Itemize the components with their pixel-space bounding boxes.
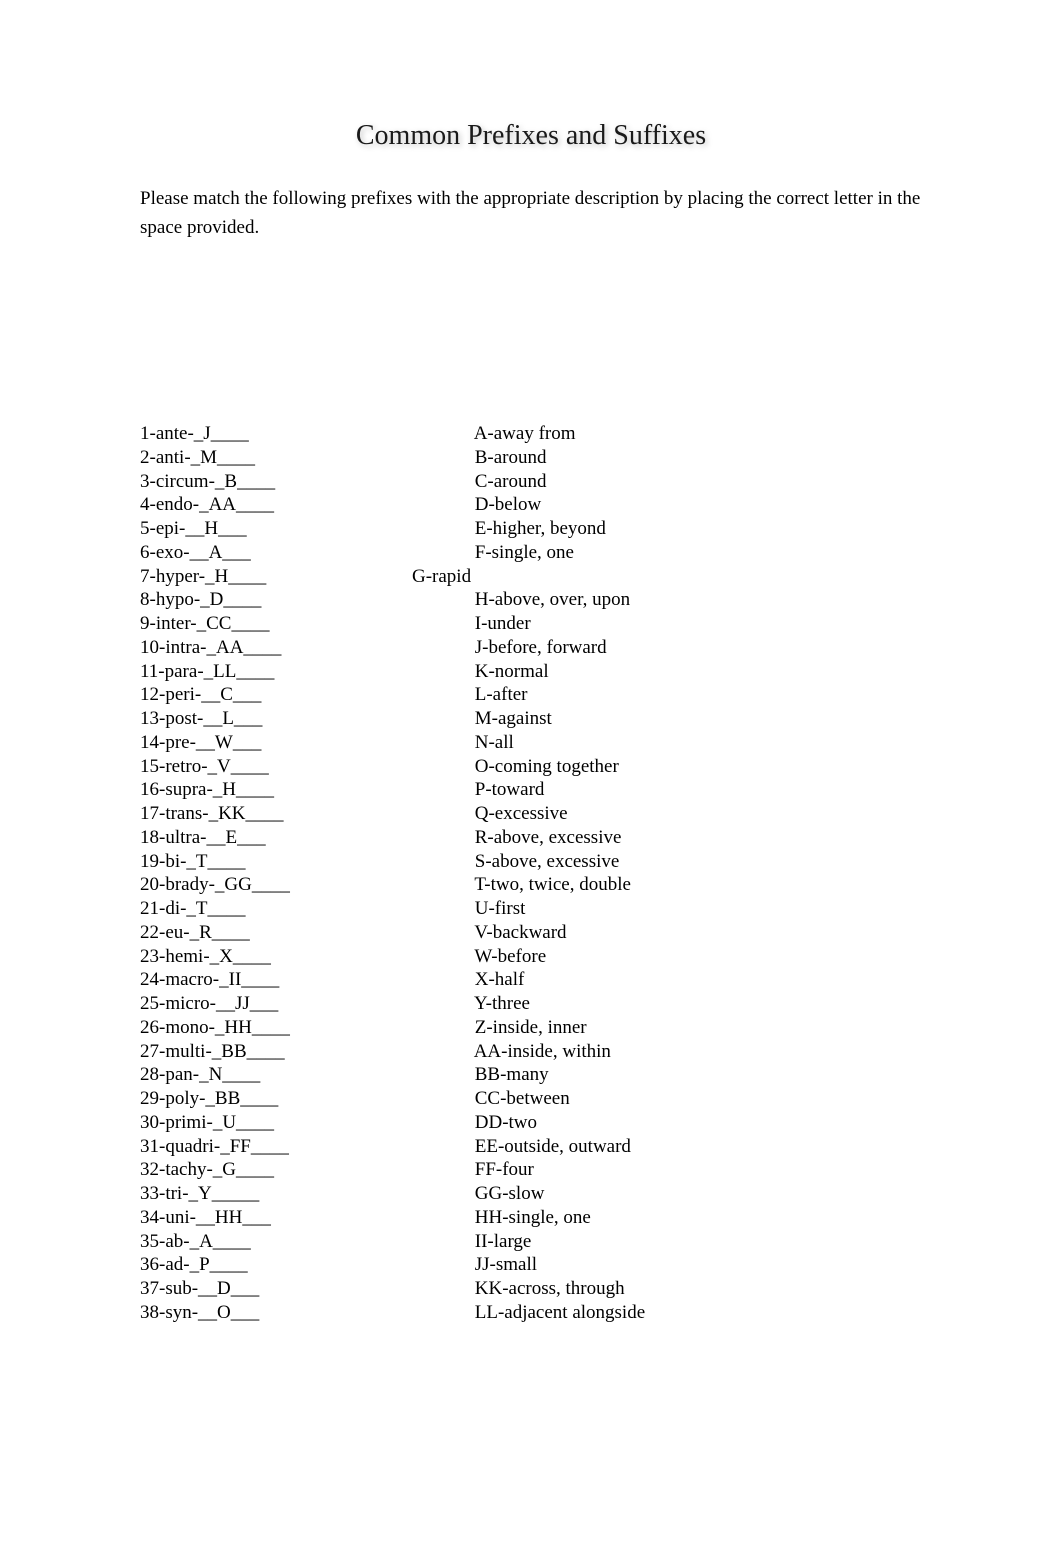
prefix-item: 8-hypo-_D____ — [140, 588, 470, 612]
description-item: CC-between — [470, 1087, 922, 1111]
prefix-item: 18-ultra-__E___ — [140, 826, 470, 850]
prefix-item: 1-ante-_J____ — [140, 422, 470, 446]
prefix-item: 19-bi-_T____ — [140, 850, 470, 874]
description-item: JJ-small — [470, 1253, 922, 1277]
instructions-text: Please match the following prefixes with… — [140, 185, 922, 242]
description-item: P-toward — [470, 778, 922, 802]
description-column: A-away from B-around C-around D-below E-… — [470, 422, 922, 1325]
prefix-item: 9-inter-_CC____ — [140, 612, 470, 636]
prefix-item: 28-pan-_N____ — [140, 1063, 470, 1087]
prefix-item: 37-sub-__D___ — [140, 1277, 470, 1301]
prefix-item: 32-tachy-_G____ — [140, 1158, 470, 1182]
prefix-item: 15-retro-_V____ — [140, 755, 470, 779]
prefix-item: 29-poly-_BB____ — [140, 1087, 470, 1111]
description-item: AA-inside, within — [470, 1040, 922, 1064]
prefix-column: 1-ante-_J____2-anti-_M____3-circum-_B___… — [140, 422, 470, 1325]
description-item: F-single, one — [470, 541, 922, 565]
prefix-item: 4-endo-_AA____ — [140, 493, 470, 517]
prefix-item: 25-micro-__JJ___ — [140, 992, 470, 1016]
description-item: A-away from — [470, 422, 922, 446]
description-item: GG-slow — [470, 1182, 922, 1206]
description-item: M-against — [470, 707, 922, 731]
prefix-item: 21-di-_T____ — [140, 897, 470, 921]
description-item: EE-outside, outward — [470, 1135, 922, 1159]
prefix-item: 14-pre-__W___ — [140, 731, 470, 755]
description-item: I-under — [470, 612, 922, 636]
prefix-item: 13-post-__L___ — [140, 707, 470, 731]
description-item: V-backward — [470, 921, 922, 945]
prefix-item: 38-syn-__O___ — [140, 1301, 470, 1325]
prefix-item: 23-hemi-_X____ — [140, 945, 470, 969]
description-item: D-below — [470, 493, 922, 517]
description-item: L-after — [470, 683, 922, 707]
prefix-item: 30-primi-_U____ — [140, 1111, 470, 1135]
prefix-item: 2-anti-_M____ — [140, 446, 470, 470]
prefix-item: 33-tri-_Y_____ — [140, 1182, 470, 1206]
page-title: Common Prefixes and Suffixes — [140, 118, 922, 153]
description-item: C-around — [470, 470, 922, 494]
description-item: R-above, excessive — [470, 826, 922, 850]
prefix-item: 20-brady-_GG____ — [140, 873, 470, 897]
description-item: BB-many — [470, 1063, 922, 1087]
prefix-item: 17-trans-_KK____ — [140, 802, 470, 826]
prefix-item: 6-exo-__A___ — [140, 541, 470, 565]
description-item: H-above, over, upon — [470, 588, 922, 612]
description-item: T-two, twice, double — [470, 873, 922, 897]
description-item: B-around — [470, 446, 922, 470]
description-item: W-before — [470, 945, 922, 969]
prefix-item: 26-mono-_HH____ — [140, 1016, 470, 1040]
prefix-item: 36-ad-_P____ — [140, 1253, 470, 1277]
prefix-item: 24-macro-_II____ — [140, 968, 470, 992]
prefix-item: 10-intra-_AA____ — [140, 636, 470, 660]
description-item: KK-across, through — [470, 1277, 922, 1301]
description-item: HH-single, one — [470, 1206, 922, 1230]
prefix-item: 5-epi-__H___ — [140, 517, 470, 541]
description-item: J-before, forward — [470, 636, 922, 660]
description-item: K-normal — [470, 660, 922, 684]
description-item: Q-excessive — [470, 802, 922, 826]
prefix-item: 34-uni-__HH___ — [140, 1206, 470, 1230]
prefix-item: 16-supra-_H____ — [140, 778, 470, 802]
prefix-item: 11-para-_LL____ — [140, 660, 470, 684]
description-item: X-half — [470, 968, 922, 992]
description-item: Y-three — [470, 992, 922, 1016]
description-item: LL-adjacent alongside — [470, 1301, 922, 1325]
description-item: U-first — [470, 897, 922, 921]
prefix-item: 35-ab-_A____ — [140, 1230, 470, 1254]
description-item: S-above, excessive — [470, 850, 922, 874]
description-item: O-coming together — [470, 755, 922, 779]
description-item: DD-two — [470, 1111, 922, 1135]
content-columns: 1-ante-_J____2-anti-_M____3-circum-_B___… — [140, 422, 922, 1325]
prefix-item: 27-multi-_BB____ — [140, 1040, 470, 1064]
description-item: N-all — [470, 731, 922, 755]
description-item: Z-inside, inner — [470, 1016, 922, 1040]
prefix-item: 12-peri-__C___ — [140, 683, 470, 707]
prefix-item: 3-circum-_B____ — [140, 470, 470, 494]
prefix-item: 22-eu-_R____ — [140, 921, 470, 945]
description-item: G-rapid — [412, 565, 922, 589]
description-item: FF-four — [470, 1158, 922, 1182]
description-item: E-higher, beyond — [470, 517, 922, 541]
prefix-item: 31-quadri-_FF____ — [140, 1135, 470, 1159]
description-item: II-large — [470, 1230, 922, 1254]
